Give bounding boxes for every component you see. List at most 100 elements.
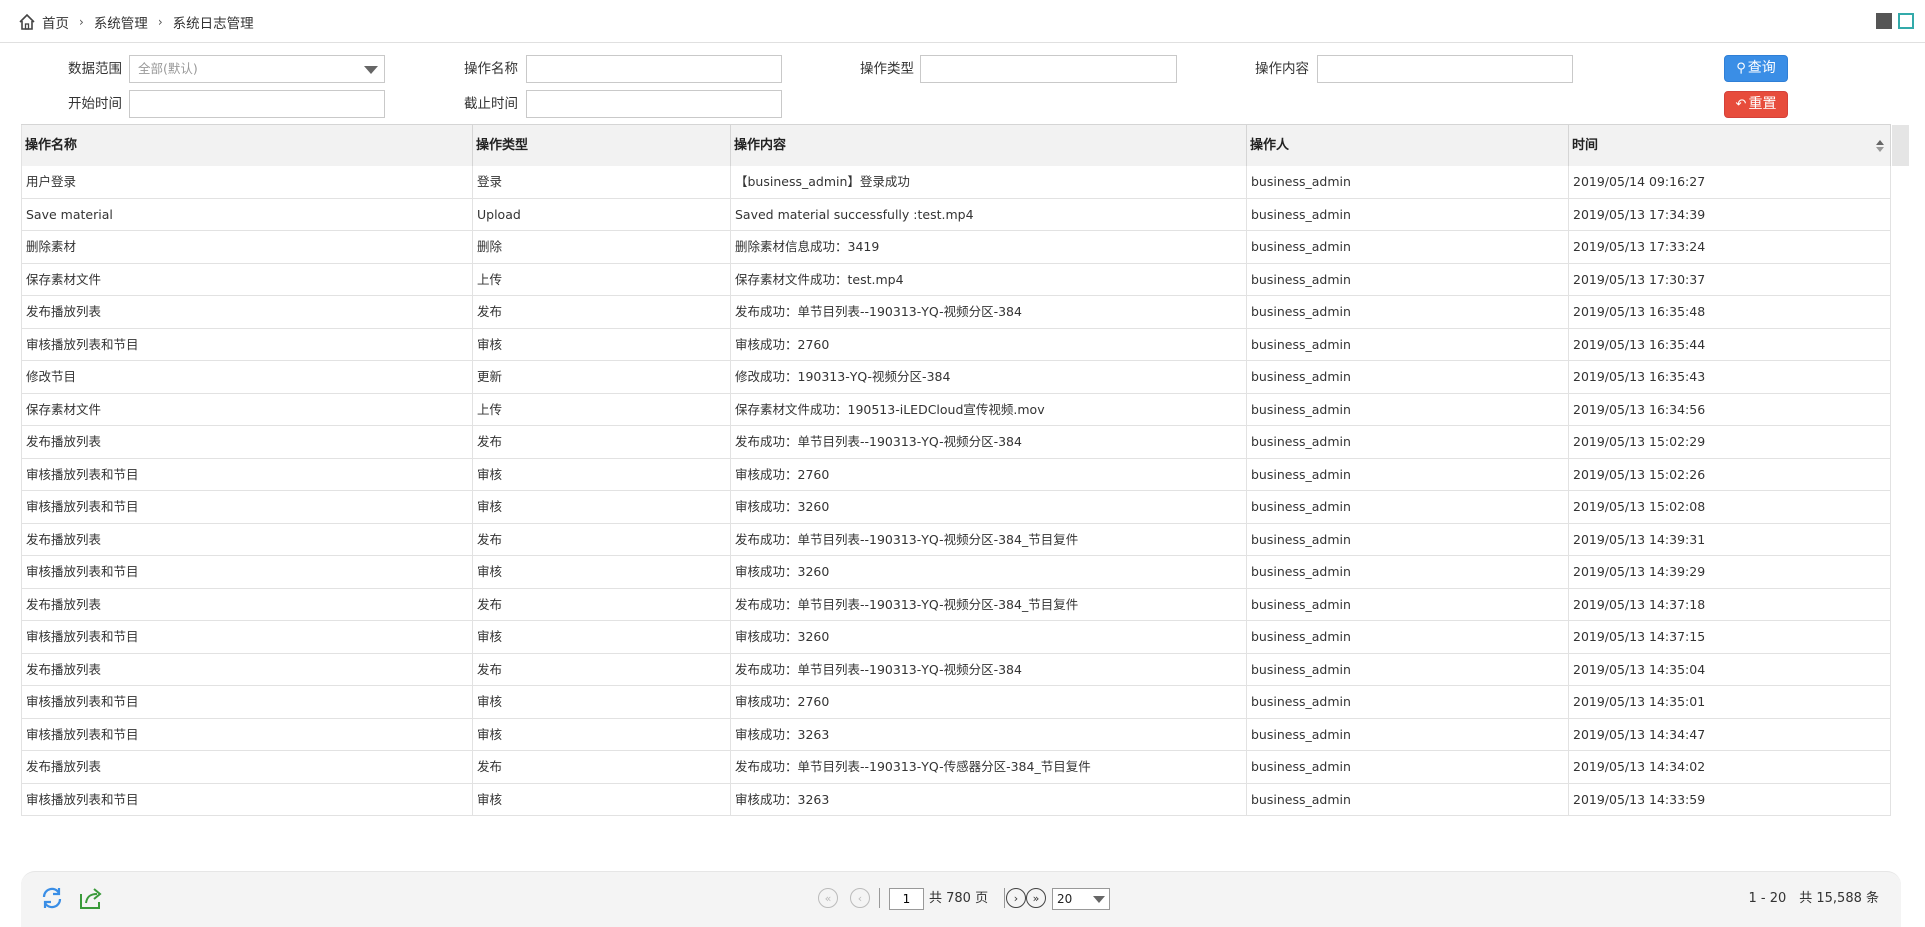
column-header-op-name[interactable]: 操作名称 bbox=[21, 125, 473, 166]
refresh-icon[interactable] bbox=[39, 885, 65, 911]
reset-button-label: 重置 bbox=[1748, 96, 1777, 112]
cell-op-name: 审核播放列表和节目 bbox=[21, 491, 473, 523]
cell-operator: business_admin bbox=[1247, 751, 1569, 783]
op-type-input[interactable] bbox=[920, 55, 1177, 83]
cell-time: 2019/05/13 16:35:43 bbox=[1569, 361, 1891, 393]
pager-divider bbox=[879, 888, 880, 908]
table-row[interactable]: 发布播放列表 发布 发布成功：单节目列表--190313-YQ-传感器分区-384_… bbox=[21, 751, 1891, 784]
first-page-icon[interactable]: « bbox=[818, 888, 838, 908]
page-number-input[interactable] bbox=[889, 888, 924, 910]
table-row[interactable]: 删除素材 删除 删除素材信息成功：3419 business_admin 2019/05… bbox=[21, 231, 1891, 264]
cell-time: 2019/05/13 15:02:08 bbox=[1569, 491, 1891, 523]
cell-operator: business_admin bbox=[1247, 556, 1569, 588]
chevron-down-icon bbox=[1093, 896, 1105, 903]
cell-op-content: 审核成功：3263 bbox=[731, 783, 1247, 816]
table-row[interactable]: 修改节目 更新 修改成功：190313-YQ-视频分区-384 business_ad… bbox=[21, 361, 1891, 394]
cell-op-name: 审核播放列表和节目 bbox=[21, 783, 473, 816]
breadcrumb-home[interactable]: 首页 bbox=[42, 12, 69, 32]
export-icon[interactable] bbox=[78, 885, 104, 911]
cell-op-name: 修改节目 bbox=[21, 361, 473, 393]
cell-operator: business_admin bbox=[1247, 361, 1569, 393]
cell-op-type: 审核 bbox=[473, 328, 731, 361]
table-row[interactable]: 审核播放列表和节目 审核 审核成功：3260 business_admin 2019/0… bbox=[21, 621, 1891, 654]
maximize-panel-icon[interactable] bbox=[1898, 13, 1914, 29]
breadcrumb-bar: 首页 › 系统管理 › 系统日志管理 bbox=[0, 0, 1925, 43]
table-row[interactable]: Save material Upload Saved material succes… bbox=[21, 198, 1891, 231]
table-row[interactable]: 审核播放列表和节目 审核 审核成功：2760 business_admin 2019/0… bbox=[21, 686, 1891, 719]
cell-op-content: 修改成功：190313-YQ-视频分区-384 bbox=[731, 361, 1247, 393]
table-row[interactable]: 保存素材文件 上传 保存素材文件成功：190513-iLEDCloud宣传视频.mo… bbox=[21, 393, 1891, 426]
cell-op-type: 审核 bbox=[473, 621, 731, 653]
cell-time: 2019/05/13 14:34:47 bbox=[1569, 718, 1891, 751]
cell-op-name: 审核播放列表和节目 bbox=[21, 718, 473, 751]
query-button[interactable]: ⚲ 查询 bbox=[1724, 55, 1788, 82]
cell-time: 2019/05/13 14:33:59 bbox=[1569, 783, 1891, 816]
sort-icon[interactable] bbox=[1876, 140, 1884, 152]
table-row[interactable]: 审核播放列表和节目 审核 审核成功：3260 business_admin 2019/0… bbox=[21, 491, 1891, 524]
end-time-input[interactable] bbox=[526, 90, 782, 118]
op-name-label: 操作名称 bbox=[464, 61, 518, 77]
column-header-op-content[interactable]: 操作内容 bbox=[731, 125, 1247, 166]
cell-time: 2019/05/13 16:35:48 bbox=[1569, 296, 1891, 328]
scrollbar[interactable] bbox=[1892, 125, 1909, 166]
cell-op-type: 更新 bbox=[473, 361, 731, 393]
cell-operator: business_admin bbox=[1247, 458, 1569, 491]
cell-op-content: 审核成功：3260 bbox=[731, 621, 1247, 653]
column-header-time[interactable]: 时间 bbox=[1569, 125, 1891, 166]
breadcrumb-separator: › bbox=[79, 15, 84, 29]
table-row[interactable]: 审核播放列表和节目 审核 审核成功：2760 business_admin 2019/0… bbox=[21, 458, 1891, 491]
cell-time: 2019/05/13 17:33:24 bbox=[1569, 231, 1891, 263]
home-icon[interactable] bbox=[18, 13, 36, 31]
cell-op-type: 发布 bbox=[473, 751, 731, 783]
breadcrumb-system-management[interactable]: 系统管理 bbox=[94, 12, 148, 32]
cell-op-content: 审核成功：2760 bbox=[731, 328, 1247, 361]
cell-op-content: 发布成功：单节目列表--190313-YQ-视频分区-384 bbox=[731, 653, 1247, 686]
table-row[interactable]: 审核播放列表和节目 审核 审核成功：3263 business_admin 2019/0… bbox=[21, 783, 1891, 816]
start-time-input[interactable] bbox=[129, 90, 385, 118]
cell-op-name: 保存素材文件 bbox=[21, 393, 473, 426]
cell-op-type: 审核 bbox=[473, 458, 731, 491]
minimize-panel-icon[interactable] bbox=[1876, 13, 1892, 29]
cell-op-content: 发布成功：单节目列表--190313-YQ-视频分区-384_节目复件 bbox=[731, 523, 1247, 556]
next-page-icon[interactable]: › bbox=[1006, 888, 1026, 908]
cell-op-content: 审核成功：2760 bbox=[731, 686, 1247, 718]
cell-op-content: 发布成功：单节目列表--190313-YQ-传感器分区-384_节目复件 bbox=[731, 751, 1247, 783]
cell-op-type: 审核 bbox=[473, 686, 731, 718]
op-name-input[interactable] bbox=[526, 55, 782, 83]
cell-op-type: 审核 bbox=[473, 718, 731, 751]
table-row[interactable]: 审核播放列表和节目 审核 审核成功：3263 business_admin 2019/0… bbox=[21, 718, 1891, 751]
cell-time: 2019/05/13 14:39:29 bbox=[1569, 556, 1891, 588]
cell-op-type: 发布 bbox=[473, 523, 731, 556]
cell-operator: business_admin bbox=[1247, 718, 1569, 751]
cell-time: 2019/05/13 14:39:31 bbox=[1569, 523, 1891, 556]
table-row[interactable]: 用户登录 登录 【business_admin】登录成功 business_admin… bbox=[21, 166, 1891, 199]
table-row[interactable]: 发布播放列表 发布 发布成功：单节目列表--190313-YQ-视频分区-384_节… bbox=[21, 523, 1891, 556]
table-row[interactable]: 发布播放列表 发布 发布成功：单节目列表--190313-YQ-视频分区-384 bu… bbox=[21, 296, 1891, 329]
cell-op-name: Save material bbox=[21, 198, 473, 231]
page-size-select[interactable]: 20 bbox=[1052, 888, 1110, 910]
table-row[interactable]: 保存素材文件 上传 保存素材文件成功：test.mp4 business_admin 2… bbox=[21, 263, 1891, 296]
cell-op-type: 登录 bbox=[473, 166, 731, 198]
last-page-icon[interactable]: » bbox=[1026, 888, 1046, 908]
data-range-label: 数据范围 bbox=[68, 61, 122, 77]
table-row[interactable]: 发布播放列表 发布 发布成功：单节目列表--190313-YQ-视频分区-384_节… bbox=[21, 588, 1891, 621]
cell-operator: business_admin bbox=[1247, 426, 1569, 458]
op-content-input[interactable] bbox=[1317, 55, 1573, 83]
data-range-select[interactable]: 全部(默认) bbox=[129, 55, 385, 83]
total-pages-text: 共 780 页 bbox=[929, 891, 989, 906]
table-row[interactable]: 发布播放列表 发布 发布成功：单节目列表--190313-YQ-视频分区-384 bu… bbox=[21, 653, 1891, 686]
cell-op-type: 上传 bbox=[473, 393, 731, 426]
prev-page-icon[interactable]: ‹ bbox=[850, 888, 870, 908]
reset-button[interactable]: ↶ 重置 bbox=[1724, 91, 1788, 118]
cell-time: 2019/05/14 09:16:27 bbox=[1569, 166, 1891, 198]
table-row[interactable]: 审核播放列表和节目 审核 审核成功：2760 business_admin 2019/0… bbox=[21, 328, 1891, 361]
table-row[interactable]: 发布播放列表 发布 发布成功：单节目列表--190313-YQ-视频分区-384 bu… bbox=[21, 426, 1891, 459]
column-header-op-type[interactable]: 操作类型 bbox=[473, 125, 731, 166]
column-header-operator[interactable]: 操作人 bbox=[1247, 125, 1569, 166]
cell-op-content: 发布成功：单节目列表--190313-YQ-视频分区-384 bbox=[731, 296, 1247, 328]
cell-operator: business_admin bbox=[1247, 231, 1569, 263]
cell-operator: business_admin bbox=[1247, 393, 1569, 426]
cell-op-type: 删除 bbox=[473, 231, 731, 263]
table-row[interactable]: 审核播放列表和节目 审核 审核成功：3260 business_admin 2019/0… bbox=[21, 556, 1891, 589]
cell-op-content: 审核成功：3260 bbox=[731, 491, 1247, 523]
